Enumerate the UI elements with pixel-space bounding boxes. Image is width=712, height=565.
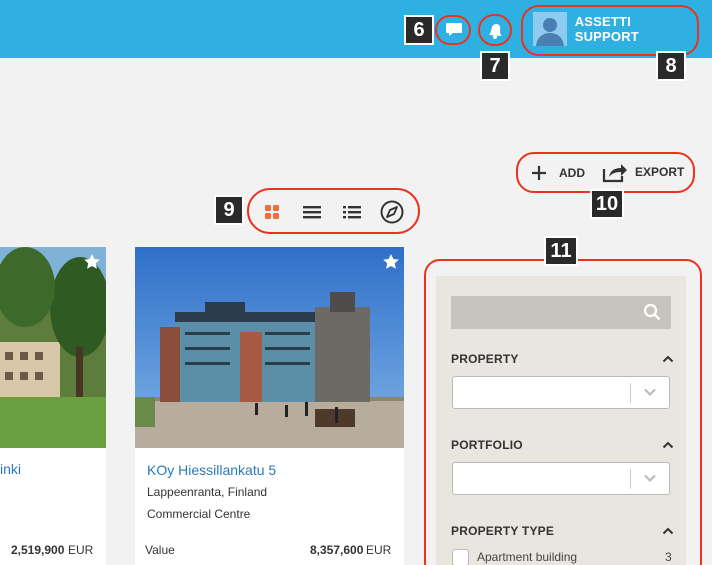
search-icon: [643, 303, 661, 321]
grid-view-icon: [265, 205, 279, 219]
property-type-filter-label: PROPERTY TYPE: [451, 524, 555, 538]
property-card[interactable]: inki 2,519,900 EUR: [0, 247, 106, 565]
add-button[interactable]: ADD: [530, 162, 585, 184]
card-title[interactable]: inki: [0, 461, 21, 477]
card-value: 2,519,900: [11, 543, 65, 557]
export-icon: [602, 164, 627, 183]
user-silhouette-icon: [533, 12, 567, 46]
export-button[interactable]: EXPORT: [601, 160, 684, 184]
chevron-up-icon[interactable]: [662, 527, 674, 535]
select-divider: [630, 469, 631, 489]
card-value-label: Value: [145, 543, 175, 557]
property-filter-label: PROPERTY: [451, 352, 519, 366]
grid-view-button[interactable]: [261, 201, 283, 223]
search-input[interactable]: [451, 296, 671, 329]
chevron-up-icon[interactable]: [662, 355, 674, 363]
avatar: [533, 12, 567, 46]
card-type: Commercial Centre: [147, 507, 251, 521]
card-currency: EUR: [366, 543, 392, 557]
property-type-count: 3: [665, 550, 672, 564]
map-view-button[interactable]: [379, 199, 405, 225]
user-name: ASSETTI SUPPORT: [574, 14, 639, 44]
property-image: [0, 247, 106, 448]
detailed-list-icon: [343, 206, 361, 219]
select-divider: [630, 383, 631, 403]
badge-11: 11: [544, 236, 578, 266]
card-title[interactable]: KOy Hiessillankatu 5: [147, 462, 276, 478]
speech-bubble-icon: [446, 23, 462, 36]
property-card[interactable]: KOy Hiessillankatu 5 Lappeenranta, Finla…: [135, 247, 404, 565]
chevron-down-icon: [644, 474, 656, 483]
chevron-up-icon[interactable]: [662, 441, 674, 449]
compass-icon: [380, 200, 404, 224]
plus-icon: [532, 166, 546, 180]
portfolio-filter-label: PORTFOLIO: [451, 438, 523, 452]
card-value: 8,357,600: [310, 543, 364, 557]
export-label: EXPORT: [635, 165, 685, 179]
bell-icon: [489, 23, 502, 39]
detailed-list-view-button[interactable]: [341, 201, 363, 223]
property-select[interactable]: [452, 376, 670, 409]
list-view-button[interactable]: [301, 201, 323, 223]
list-view-icon: [303, 206, 321, 219]
filter-panel: PROPERTY PORTFOLIO PROPERTY TYPE Apartme…: [436, 276, 686, 565]
badge-6: 6: [404, 15, 434, 45]
favorite-star-icon[interactable]: [83, 253, 101, 271]
portfolio-select[interactable]: [452, 462, 670, 495]
favorite-star-icon[interactable]: [382, 253, 400, 271]
badge-7: 7: [480, 51, 510, 81]
card-location: Lappeenranta, Finland: [147, 485, 268, 499]
user-menu[interactable]: ASSETTI SUPPORT: [527, 6, 698, 52]
badge-9: 9: [214, 195, 244, 225]
card-currency: EUR: [68, 543, 94, 557]
messages-button[interactable]: [441, 18, 467, 42]
property-type-checkbox[interactable]: [452, 549, 469, 565]
notifications-button[interactable]: [482, 18, 508, 42]
chevron-down-icon: [644, 388, 656, 397]
add-label: ADD: [559, 166, 585, 180]
badge-8: 8: [656, 51, 686, 81]
property-image: [135, 247, 404, 448]
badge-10: 10: [590, 189, 624, 219]
property-type-label: Apartment building: [477, 550, 578, 564]
